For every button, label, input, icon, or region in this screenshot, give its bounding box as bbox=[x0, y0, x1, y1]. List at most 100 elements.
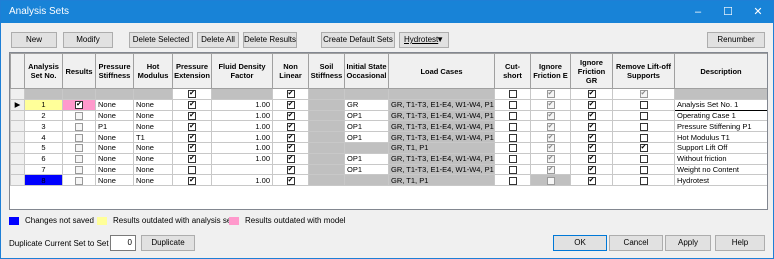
cell-pressure-stiffness[interactable]: None bbox=[95, 109, 134, 122]
table-row[interactable]: 5 None None ✔ 1.00 ✔ GR, T1, P1 ✔ ✔ ✔ Support Lift… bbox=[10, 141, 767, 154]
column-header[interactable]: Hot Modulus bbox=[133, 53, 173, 89]
checkbox[interactable] bbox=[508, 101, 517, 110]
column-header[interactable]: Initial State Occasional bbox=[344, 53, 389, 89]
cell-load-cases[interactable]: GR, T1, P1 bbox=[388, 174, 495, 187]
delete-results-button[interactable]: Delete Results bbox=[243, 32, 297, 48]
checkbox[interactable]: ✔ bbox=[587, 165, 596, 174]
cell-cut-short[interactable] bbox=[494, 141, 531, 154]
cell-pressure-stiffness[interactable]: None bbox=[95, 152, 134, 165]
cell-ignore-friction-gr[interactable]: ✔ bbox=[570, 109, 613, 122]
checkbox[interactable] bbox=[75, 133, 83, 142]
cell-ignore-friction-gr[interactable]: ✔ bbox=[570, 163, 613, 176]
checkbox[interactable]: ✔ bbox=[286, 176, 295, 185]
checkbox[interactable]: ✔ bbox=[587, 101, 596, 110]
checkbox[interactable] bbox=[508, 90, 517, 99]
cell-pressure-stiffness[interactable]: None bbox=[95, 98, 134, 111]
cell-fluid-density[interactable] bbox=[211, 163, 273, 176]
cell-pressure-extension[interactable]: ✔ bbox=[172, 141, 212, 154]
table-row[interactable]: 3 P1 None ✔ 1.00 ✔ OP1 GR, T1-T3, E1-E4, W1-W4,… bbox=[10, 120, 767, 133]
checkbox[interactable] bbox=[639, 101, 648, 110]
cell-ignore-friction-gr[interactable]: ✔ bbox=[570, 120, 613, 133]
cell-initial-state[interactable]: OP1 bbox=[344, 131, 389, 143]
checkbox[interactable]: ✔ bbox=[286, 112, 295, 120]
cell-fluid-density[interactable]: 1.00 bbox=[211, 141, 273, 154]
checkbox[interactable]: ✔ bbox=[546, 90, 555, 99]
table-row[interactable]: ▶ 1 ✔ None None ✔ 1.00 ✔ GR GR, T1-T3, E1-E4, W1-… bbox=[10, 98, 767, 111]
cell-pressure-stiffness[interactable]: None bbox=[95, 163, 134, 176]
cell-description[interactable]: Hot Modulus T1 bbox=[674, 131, 767, 143]
cell-initial-state[interactable]: OP1 bbox=[344, 163, 389, 176]
checkbox[interactable]: ✔ bbox=[286, 144, 295, 153]
column-header[interactable]: Ignore Friction E bbox=[530, 53, 571, 89]
cell-results[interactable]: ✔ bbox=[62, 98, 96, 111]
checkbox[interactable] bbox=[639, 155, 648, 164]
cell-hot-modulus[interactable]: None bbox=[133, 141, 173, 154]
minimize-icon[interactable]: – bbox=[683, 1, 713, 23]
checkbox[interactable] bbox=[508, 176, 517, 185]
cell-remove-liftoff[interactable] bbox=[612, 152, 675, 165]
cell-results[interactable] bbox=[62, 120, 96, 133]
checkbox[interactable]: ✔ bbox=[188, 176, 196, 185]
cell-set[interactable]: 3 bbox=[24, 120, 63, 133]
checkbox[interactable]: ✔ bbox=[546, 133, 555, 142]
cell-load-cases[interactable]: GR, T1-T3, E1-E4, W1-W4, P1-P bbox=[388, 120, 495, 133]
cell-description[interactable]: Weight no Content bbox=[674, 163, 767, 176]
table-row[interactable]: 7 None None ✔ OP1 GR, T1-T3, E1-E4, W1-W4, P1… bbox=[10, 163, 767, 176]
cell-fluid-density[interactable]: 1.00 bbox=[211, 131, 273, 143]
checkbox[interactable] bbox=[188, 165, 196, 174]
checkbox[interactable]: ✔ bbox=[286, 101, 295, 110]
hydrotest-dropdown[interactable]: Hydrotest ▼ bbox=[399, 32, 449, 48]
cell-description[interactable]: Support Lift Off bbox=[674, 141, 767, 154]
checkbox[interactable]: ✔ bbox=[546, 155, 555, 164]
cell-description[interactable]: Analysis Set No. 1 bbox=[674, 98, 767, 111]
checkbox[interactable]: ✔ bbox=[286, 133, 295, 142]
row-header[interactable] bbox=[10, 141, 25, 154]
close-icon[interactable]: ✕ bbox=[743, 1, 773, 23]
column-header[interactable]: Description bbox=[674, 53, 767, 89]
cell-non-linear[interactable]: ✔ bbox=[272, 120, 309, 133]
checkbox[interactable]: ✔ bbox=[587, 112, 596, 120]
checkbox[interactable]: ✔ bbox=[587, 90, 596, 99]
cell-cut-short[interactable] bbox=[494, 131, 531, 143]
cell-remove-liftoff[interactable] bbox=[612, 174, 675, 187]
row-header[interactable] bbox=[10, 152, 25, 165]
cell-fluid-density[interactable]: 1.00 bbox=[211, 152, 273, 165]
table-row[interactable]: 2 None None ✔ 1.00 ✔ OP1 GR, T1-T3, E1-E4, W1-W… bbox=[10, 109, 767, 122]
cell-results[interactable] bbox=[62, 174, 96, 187]
cell-initial-state[interactable]: OP1 bbox=[344, 120, 389, 133]
table-row[interactable]: 8 None None ✔ 1.00 ✔ GR, T1, P1 ✔ Hydrotest bbox=[10, 174, 767, 187]
checkbox[interactable]: ✔ bbox=[286, 122, 295, 131]
cell-cut-short[interactable] bbox=[494, 152, 531, 165]
cell-remove-liftoff[interactable] bbox=[612, 163, 675, 176]
checkbox[interactable]: ✔ bbox=[587, 122, 596, 131]
cell-load-cases[interactable]: GR, T1, P1 bbox=[388, 141, 495, 154]
checkbox[interactable] bbox=[546, 176, 555, 185]
cell-ignore-friction-e[interactable]: ✔ bbox=[530, 88, 571, 100]
checkbox[interactable] bbox=[75, 176, 83, 185]
checkbox[interactable]: ✔ bbox=[546, 101, 555, 110]
cell-hot-modulus[interactable]: None bbox=[133, 98, 173, 111]
cell-fluid-density[interactable]: 1.00 bbox=[211, 120, 273, 133]
cell-ignore-friction-gr[interactable]: ✔ bbox=[570, 131, 613, 143]
cell-cut-short[interactable] bbox=[494, 163, 531, 176]
row-header[interactable] bbox=[10, 163, 25, 176]
cell-load-cases[interactable]: GR, T1-T3, E1-E4, W1-W4, P1-P bbox=[388, 109, 495, 122]
cell-results[interactable] bbox=[62, 109, 96, 122]
checkbox[interactable] bbox=[508, 165, 517, 174]
checkbox[interactable]: ✔ bbox=[587, 133, 596, 142]
cell-description[interactable]: Operating Case 1 bbox=[674, 109, 767, 122]
cell-results[interactable] bbox=[62, 131, 96, 143]
checkbox[interactable] bbox=[639, 122, 648, 131]
cell-ignore-friction-gr[interactable]: ✔ bbox=[570, 98, 613, 111]
cell-cut-short[interactable] bbox=[494, 109, 531, 122]
cell-initial-state[interactable] bbox=[344, 174, 389, 187]
cell-ignore-friction-gr[interactable]: ✔ bbox=[570, 141, 613, 154]
cell-hot-modulus[interactable]: None bbox=[133, 120, 173, 133]
table-row[interactable]: 4 None T1 ✔ 1.00 ✔ OP1 GR, T1-T3, E1-E4, W1-W4,… bbox=[10, 131, 767, 143]
cell-remove-liftoff[interactable]: ✔ bbox=[612, 88, 675, 100]
cell-pressure-extension[interactable]: ✔ bbox=[172, 109, 212, 122]
checkbox[interactable]: ✔ bbox=[188, 112, 196, 120]
column-header[interactable]: Results bbox=[62, 53, 96, 89]
cell-non-linear[interactable]: ✔ bbox=[272, 98, 309, 111]
cell-non-linear[interactable]: ✔ bbox=[272, 141, 309, 154]
